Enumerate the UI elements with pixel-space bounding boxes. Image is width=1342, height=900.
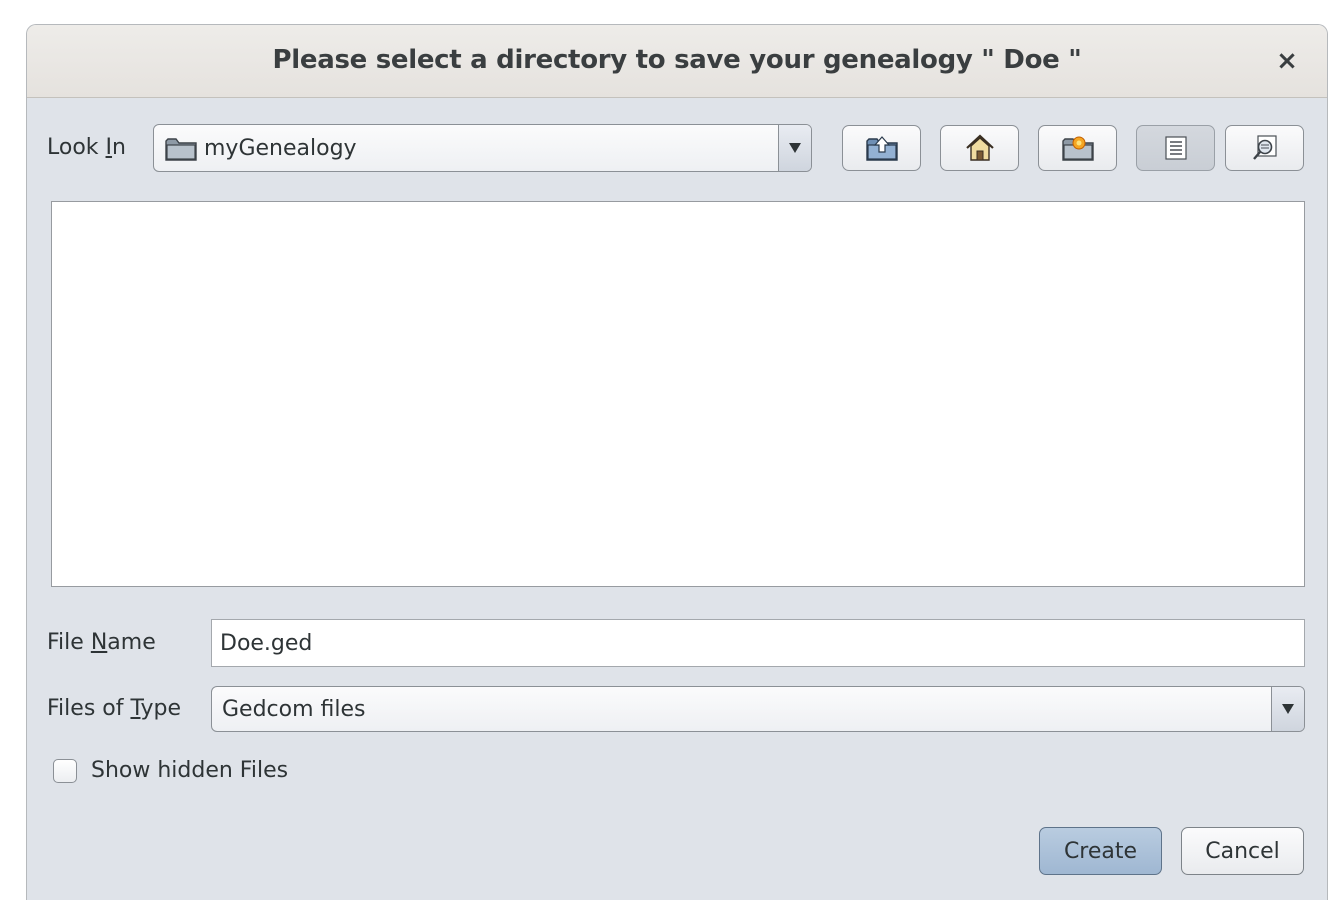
look-in-label-suffix: n: [112, 135, 126, 160]
look-in-label: Look In: [47, 135, 126, 160]
details-view-icon: [1251, 134, 1279, 162]
cancel-button[interactable]: Cancel: [1181, 827, 1304, 875]
look-in-label-prefix: Look: [47, 135, 106, 160]
dialog-title: Please select a directory to save your g…: [272, 45, 1082, 75]
files-of-type-dropdown-arrow[interactable]: [1271, 687, 1304, 731]
files-of-type-label-suffix: ype: [140, 696, 182, 721]
close-icon[interactable]: ×: [1273, 47, 1301, 75]
folder-up-icon: [865, 133, 899, 163]
file-name-label-suffix: ame: [107, 630, 156, 655]
file-name-label-prefix: File: [47, 630, 91, 655]
files-of-type-value: Gedcom files: [222, 696, 366, 722]
list-view-button[interactable]: [1136, 125, 1215, 171]
new-folder-button[interactable]: [1038, 125, 1117, 171]
files-of-type-combo[interactable]: Gedcom files: [211, 686, 1305, 732]
show-hidden-checkbox[interactable]: [53, 759, 77, 783]
look-in-value: myGenealogy: [204, 135, 357, 161]
files-of-type-label-prefix: Files of: [47, 696, 131, 721]
home-button[interactable]: [940, 125, 1019, 171]
files-of-type-label: Files of Type: [47, 696, 181, 721]
create-button[interactable]: Create: [1039, 827, 1162, 875]
folder-icon: [164, 136, 198, 162]
file-name-label-mnemonic: N: [90, 630, 108, 655]
file-list[interactable]: [51, 201, 1305, 587]
file-name-field[interactable]: [211, 619, 1305, 667]
title-bar[interactable]: Please select a directory to save your g…: [27, 25, 1327, 98]
look-in-combo[interactable]: myGenealogy: [153, 124, 812, 172]
details-view-button[interactable]: [1225, 125, 1304, 171]
home-icon: [963, 133, 997, 163]
new-folder-icon: [1061, 133, 1095, 163]
files-of-type-label-mnemonic: T: [130, 696, 141, 721]
chevron-down-icon: [1282, 704, 1294, 714]
list-view-icon: [1163, 135, 1189, 161]
look-in-dropdown-arrow[interactable]: [778, 125, 811, 171]
show-hidden-label[interactable]: Show hidden Files: [91, 758, 288, 783]
save-dialog: Please select a directory to save your g…: [26, 24, 1328, 900]
up-one-level-button[interactable]: [842, 125, 921, 171]
chevron-down-icon: [789, 143, 801, 153]
file-name-label: File Name: [47, 630, 156, 655]
